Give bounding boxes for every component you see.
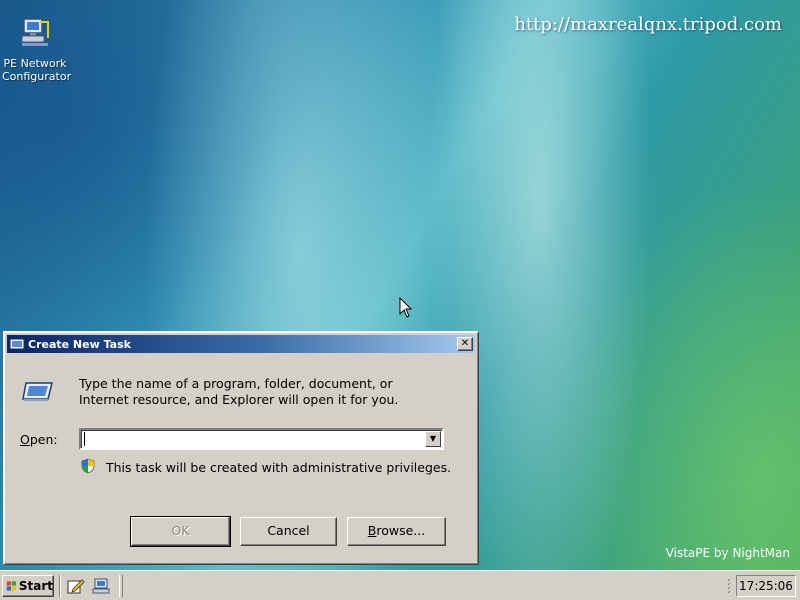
open-combobox[interactable]: ▼ [79, 428, 444, 450]
open-label: Open: [20, 432, 58, 447]
taskbar: Start 17:25:06 [0, 570, 800, 600]
text-caret [84, 432, 85, 446]
watermark-url: http://maxrealqnx.tripod.com [514, 14, 782, 35]
start-label: Start [18, 579, 53, 593]
edit-icon[interactable] [67, 578, 85, 594]
network-configurator-icon [21, 18, 49, 46]
run-program-icon [22, 382, 53, 401]
dialog-titlebar[interactable]: Create New Task ✕ [7, 335, 475, 353]
chevron-down-icon: ▼ [429, 434, 437, 443]
start-button[interactable]: Start [2, 575, 54, 597]
taskbar-separator [59, 575, 61, 597]
cancel-button[interactable]: Cancel [240, 517, 337, 546]
network-config-icon[interactable] [92, 578, 110, 594]
uac-shield-icon [81, 458, 95, 474]
desktop-icon-pe-network-configurator[interactable]: PE Network Configurator [2, 16, 72, 83]
browse-button[interactable]: Browse... [347, 517, 446, 546]
dialog-description: Type the name of a program, folder, docu… [79, 376, 399, 407]
close-icon: ✕ [460, 338, 470, 349]
brand-text: VistaPE by NightMan [665, 546, 790, 560]
desktop-icon-label: PE Network Configurator [2, 57, 72, 83]
tray-grip-icon [727, 578, 731, 594]
admin-privileges-note: This task will be created with administr… [106, 460, 452, 475]
taskbar-separator [119, 575, 123, 597]
system-clock[interactable]: 17:25:06 [736, 575, 796, 597]
mouse-cursor-icon [399, 297, 413, 318]
run-dialog-title-icon [9, 338, 25, 350]
ok-button[interactable]: OK [131, 517, 230, 546]
create-new-task-dialog: Create New Task ✕ Type the name of a pro… [3, 331, 479, 565]
close-button[interactable]: ✕ [457, 337, 473, 351]
windows-logo-icon [6, 581, 17, 591]
dropdown-button[interactable]: ▼ [425, 431, 441, 447]
open-input[interactable] [83, 431, 423, 447]
dialog-title: Create New Task [28, 337, 131, 351]
